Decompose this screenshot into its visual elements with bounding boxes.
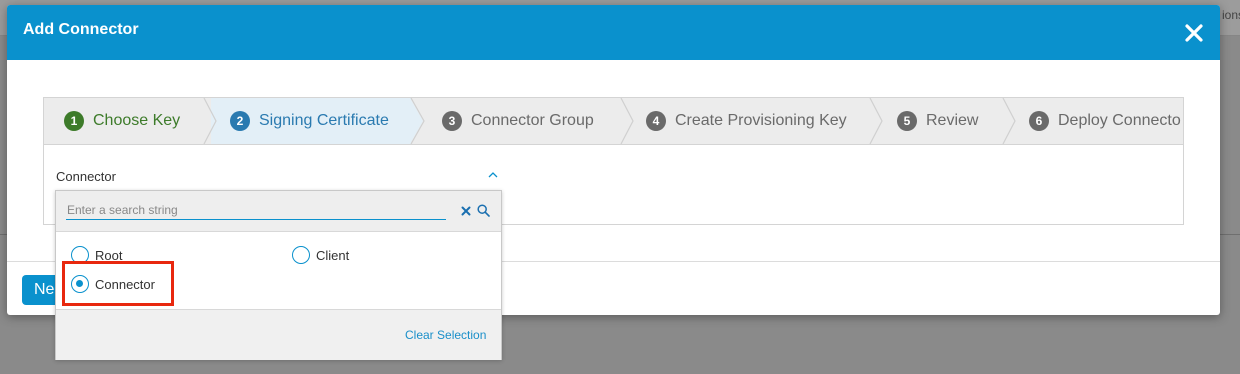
- step-choose-key[interactable]: 1 Choose Key: [64, 98, 180, 144]
- option-client[interactable]: Client: [292, 246, 349, 264]
- connector-field-label: Connector: [56, 169, 116, 184]
- step-number: 3: [442, 111, 462, 131]
- search-input[interactable]: [66, 200, 446, 220]
- highlight-annotation-box: [62, 261, 174, 306]
- search-icon[interactable]: [477, 204, 490, 217]
- option-label: Client: [316, 247, 350, 263]
- modal-header: Add Connector: [7, 5, 1220, 60]
- modal-title: Add Connector: [23, 21, 139, 38]
- step-separator-icon: [410, 98, 425, 144]
- radio-client[interactable]: [292, 246, 310, 264]
- step-deploy-connector[interactable]: 6 Deploy Connecto: [1029, 98, 1181, 144]
- step-label: Signing Certificate: [259, 112, 389, 129]
- close-icon[interactable]: [1183, 22, 1205, 44]
- step-label: Choose Key: [93, 112, 181, 129]
- step-label: Deploy Connecto: [1058, 112, 1181, 129]
- step-review[interactable]: 5 Review: [897, 98, 978, 144]
- dropdown-footer: Clear Selection: [56, 309, 501, 360]
- step-number: 4: [646, 111, 666, 131]
- step-number: 5: [897, 111, 917, 131]
- step-number: 2: [230, 111, 250, 131]
- dropdown-search-area: [56, 191, 501, 232]
- step-create-provisioning-key[interactable]: 4 Create Provisioning Key: [646, 98, 847, 144]
- clear-selection-link[interactable]: Clear Selection: [405, 328, 486, 342]
- step-separator-icon: [1002, 98, 1016, 144]
- step-signing-certificate[interactable]: 2 Signing Certificate: [230, 98, 389, 144]
- step-connector-group[interactable]: 3 Connector Group: [442, 98, 594, 144]
- wizard-steps: 1 Choose Key 2 Signing Certificate 3 Con…: [44, 98, 1183, 145]
- chevron-up-icon[interactable]: [487, 170, 499, 180]
- step-number: 1: [64, 111, 84, 131]
- step-number: 6: [1029, 111, 1049, 131]
- step-label: Create Provisioning Key: [675, 112, 847, 129]
- background-header-text: ions: [1222, 8, 1240, 22]
- step-label: Connector Group: [471, 112, 594, 129]
- step-label: Review: [926, 112, 979, 129]
- step-separator-icon: [869, 98, 883, 144]
- clear-search-icon[interactable]: [461, 206, 471, 216]
- step-separator-icon: [620, 98, 634, 144]
- step-separator-icon: [203, 98, 217, 144]
